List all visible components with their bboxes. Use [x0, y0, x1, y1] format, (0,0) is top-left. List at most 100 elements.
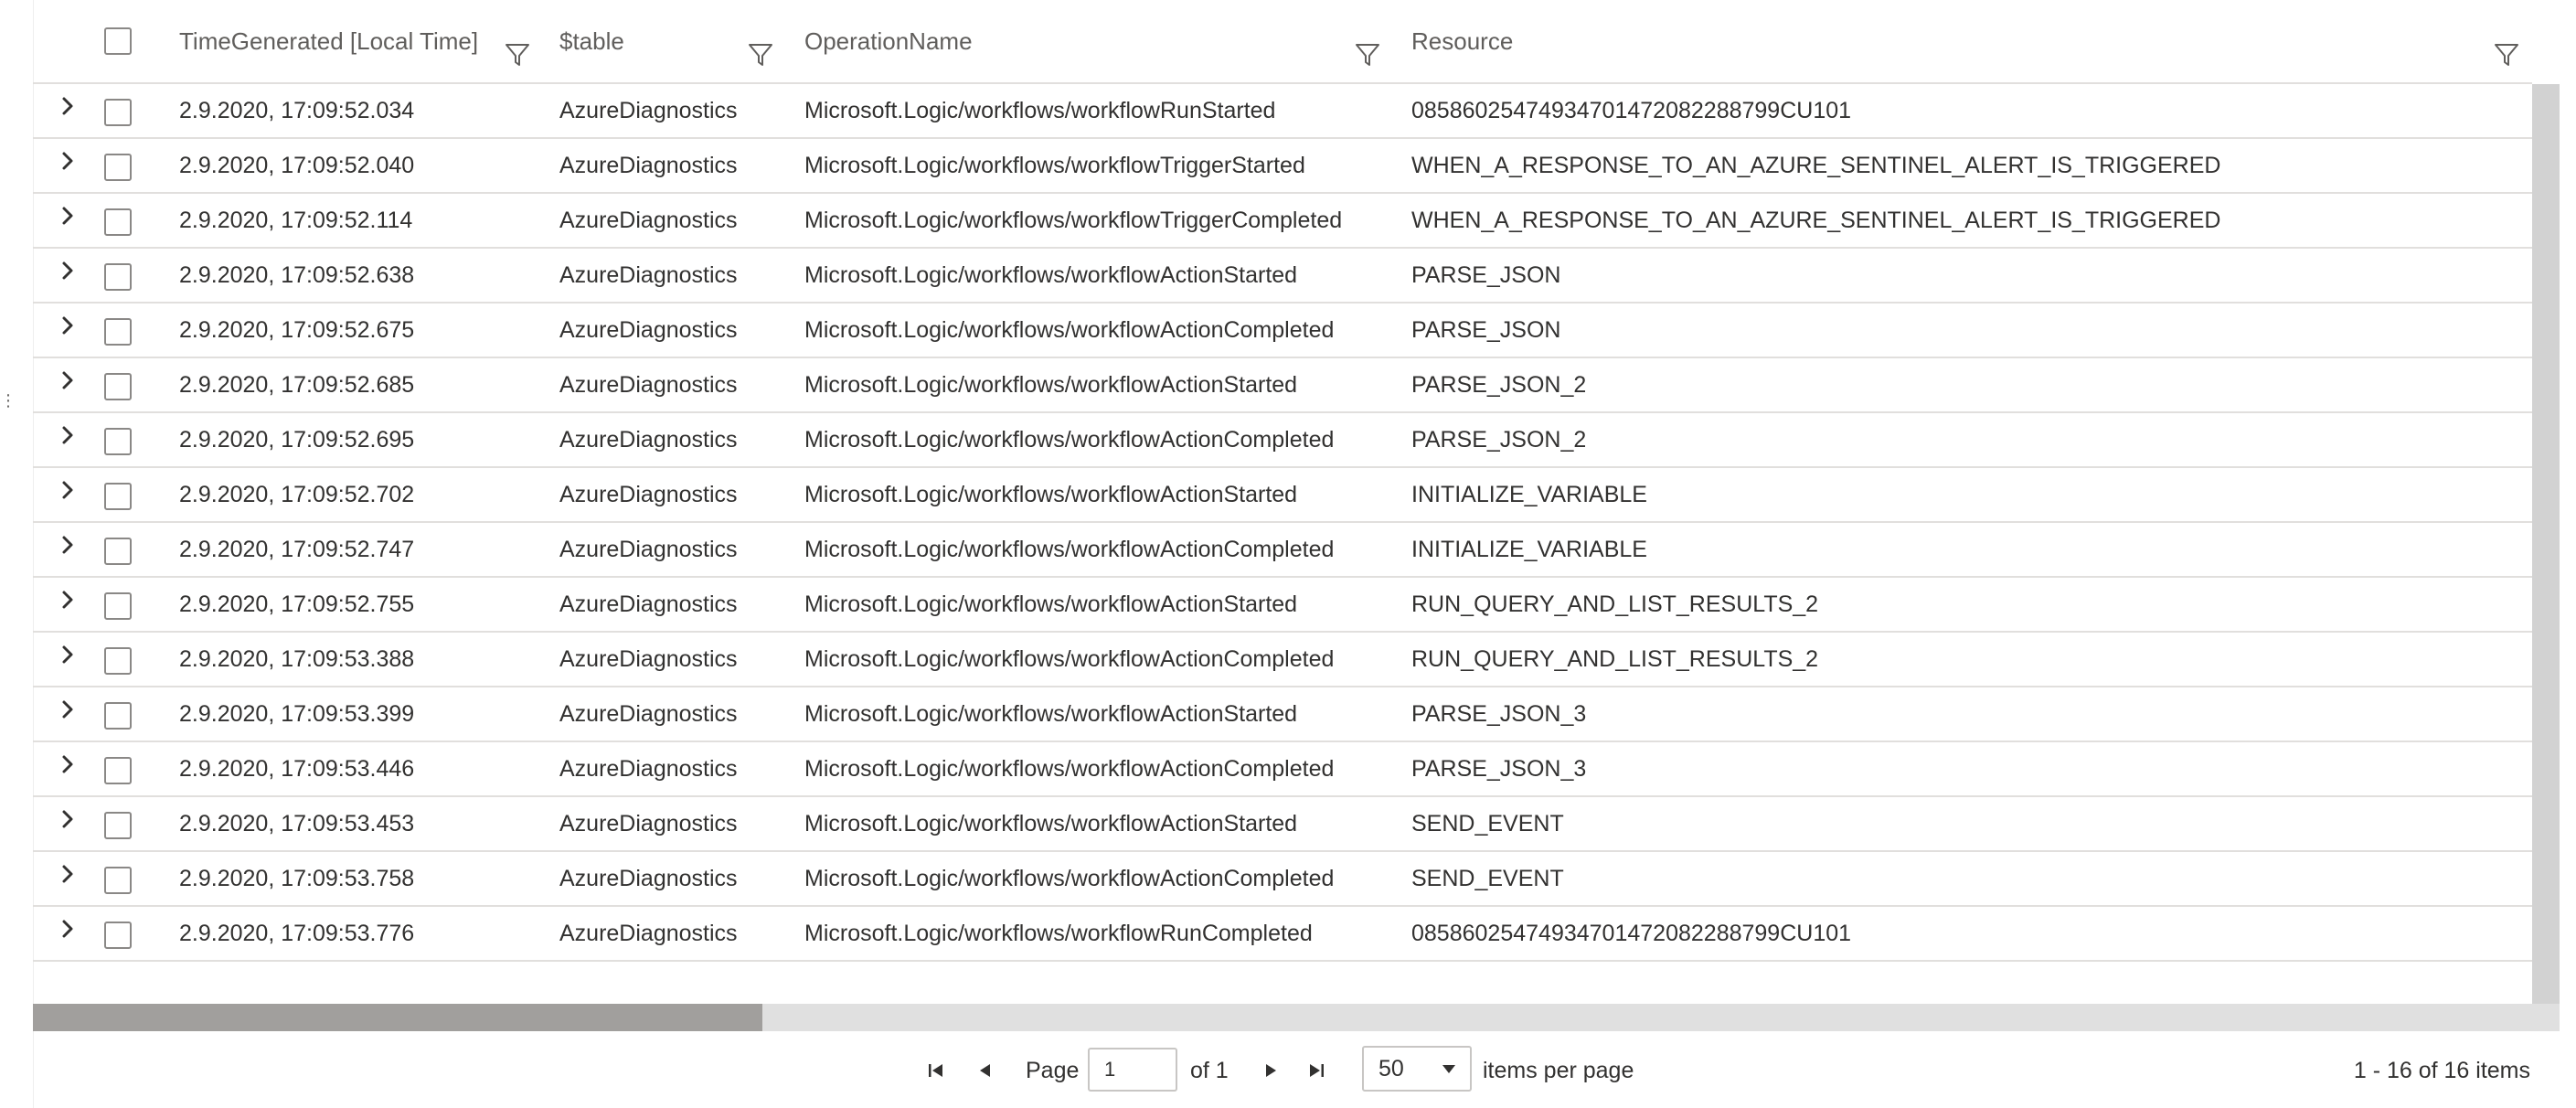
page-size-dropdown[interactable]: 50	[1362, 1046, 1472, 1092]
row-checkbox[interactable]	[104, 208, 132, 236]
cell-operationname: Microsoft.Logic/workflows/workflowAction…	[804, 426, 1335, 453]
row-expander[interactable]	[55, 523, 80, 576]
cell-timegenerated: 2.9.2020, 17:09:52.702	[179, 481, 415, 507]
table-row[interactable]: 2.9.2020, 17:09:52.685 AzureDiagnostics Mi…	[33, 358, 2532, 413]
table-row[interactable]: 2.9.2020, 17:09:53.399 AzureDiagnostics Mi…	[33, 687, 2532, 742]
previous-page-button[interactable]	[971, 1033, 1000, 1108]
cell-resource: 08586025474934701472082288799CU101	[1411, 920, 1852, 946]
filter-icon[interactable]	[1353, 40, 1382, 69]
cell-resource: INITIALIZE_VARIABLE	[1411, 536, 1647, 562]
row-select-cell	[104, 578, 135, 631]
last-page-icon	[1310, 1064, 1324, 1077]
row-checkbox[interactable]	[104, 922, 132, 949]
cell-table: AzureDiagnostics	[559, 645, 738, 672]
row-expander[interactable]	[55, 852, 80, 905]
panel-grip-icon[interactable]: ⋮	[0, 392, 16, 417]
row-checkbox[interactable]	[104, 592, 132, 620]
cell-timegenerated: 2.9.2020, 17:09:53.388	[179, 645, 415, 672]
table-row[interactable]: 2.9.2020, 17:09:52.114 AzureDiagnostics Mi…	[33, 194, 2532, 249]
cell-resource: SEND_EVENT	[1411, 810, 1564, 836]
row-expander[interactable]	[55, 797, 80, 850]
cell-timegenerated: 2.9.2020, 17:09:53.399	[179, 700, 415, 727]
table-row[interactable]: 2.9.2020, 17:09:53.776 AzureDiagnostics Mi…	[33, 907, 2532, 962]
chevron-right-icon	[62, 481, 73, 499]
row-checkbox[interactable]	[104, 263, 132, 291]
table-row[interactable]: 2.9.2020, 17:09:52.040 AzureDiagnostics Mi…	[33, 139, 2532, 194]
cell-operationname: Microsoft.Logic/workflows/workflowAction…	[804, 371, 1298, 398]
table-row[interactable]: 2.9.2020, 17:09:52.755 AzureDiagnostics Mi…	[33, 578, 2532, 633]
column-header-timegenerated[interactable]: TimeGenerated [Local Time]	[179, 0, 478, 82]
row-select-cell	[104, 523, 135, 576]
row-checkbox[interactable]	[104, 538, 132, 565]
cell-resource: RUN_QUERY_AND_LIST_RESULTS_2	[1411, 591, 1819, 617]
row-expander[interactable]	[55, 742, 80, 795]
chevron-right-icon	[62, 261, 73, 280]
next-page-button[interactable]	[1256, 1033, 1285, 1108]
filter-icon[interactable]	[503, 40, 532, 69]
cell-operationname: Microsoft.Logic/workflows/workflowAction…	[804, 481, 1298, 507]
column-header-resource[interactable]: Resource	[1411, 0, 1513, 82]
table-row[interactable]: 2.9.2020, 17:09:52.747 AzureDiagnostics Mi…	[33, 523, 2532, 578]
first-page-icon	[929, 1064, 942, 1077]
table-row[interactable]: 2.9.2020, 17:09:53.446 AzureDiagnostics Mi…	[33, 742, 2532, 797]
filter-icon[interactable]	[746, 40, 775, 69]
row-expander[interactable]	[55, 139, 80, 192]
chevron-down-icon	[1442, 1065, 1455, 1073]
row-expander[interactable]	[55, 194, 80, 247]
row-expander[interactable]	[55, 907, 80, 960]
table-row[interactable]: 2.9.2020, 17:09:53.758 AzureDiagnostics Mi…	[33, 852, 2532, 907]
row-select-cell	[104, 413, 135, 466]
row-select-cell	[104, 742, 135, 795]
row-checkbox[interactable]	[104, 647, 132, 675]
vertical-scrollbar[interactable]	[2532, 84, 2560, 1031]
row-select-cell	[104, 468, 135, 521]
row-checkbox[interactable]	[104, 373, 132, 400]
cell-operationname: Microsoft.Logic/workflows/workflowAction…	[804, 316, 1335, 343]
chevron-right-icon	[62, 152, 73, 170]
cell-resource: SEND_EVENT	[1411, 865, 1564, 891]
row-checkbox[interactable]	[104, 757, 132, 784]
column-header-table[interactable]: $table	[559, 0, 624, 82]
first-page-button[interactable]	[921, 1033, 951, 1108]
table-row[interactable]: 2.9.2020, 17:09:52.034 AzureDiagnostics Mi…	[33, 84, 2532, 139]
row-checkbox[interactable]	[104, 812, 132, 839]
page-number-input[interactable]	[1088, 1048, 1177, 1092]
cell-table: AzureDiagnostics	[559, 207, 738, 233]
row-checkbox[interactable]	[104, 318, 132, 346]
column-header-operationname[interactable]: OperationName	[804, 0, 973, 82]
select-all-checkbox[interactable]	[104, 27, 132, 55]
table-row[interactable]: 2.9.2020, 17:09:53.388 AzureDiagnostics Mi…	[33, 633, 2532, 687]
row-checkbox[interactable]	[104, 483, 132, 510]
row-expander[interactable]	[55, 84, 80, 137]
cell-table: AzureDiagnostics	[559, 481, 738, 507]
cell-table: AzureDiagnostics	[559, 152, 738, 178]
table-row[interactable]: 2.9.2020, 17:09:52.675 AzureDiagnostics Mi…	[33, 304, 2532, 358]
items-count-label: 1 - 16 of 16 items	[2353, 1057, 2530, 1083]
table-row[interactable]: 2.9.2020, 17:09:52.638 AzureDiagnostics Mi…	[33, 249, 2532, 304]
row-expander[interactable]	[55, 413, 80, 466]
row-checkbox[interactable]	[104, 99, 132, 126]
row-checkbox[interactable]	[104, 154, 132, 181]
horizontal-scrollbar-thumb[interactable]	[33, 1004, 762, 1031]
row-checkbox[interactable]	[104, 702, 132, 730]
row-expander[interactable]	[55, 578, 80, 631]
last-page-button[interactable]	[1302, 1033, 1331, 1108]
table-row[interactable]: 2.9.2020, 17:09:53.453 AzureDiagnostics Mi…	[33, 797, 2532, 852]
row-checkbox[interactable]	[104, 428, 132, 455]
row-checkbox[interactable]	[104, 867, 132, 894]
chevron-right-icon	[62, 591, 73, 609]
cell-resource: PARSE_JSON_3	[1411, 755, 1587, 782]
row-expander[interactable]	[55, 687, 80, 740]
next-page-icon	[1266, 1064, 1276, 1077]
cell-table: AzureDiagnostics	[559, 97, 738, 123]
row-expander[interactable]	[55, 304, 80, 357]
row-expander[interactable]	[55, 468, 80, 521]
row-expander[interactable]	[55, 633, 80, 686]
row-expander[interactable]	[55, 358, 80, 411]
table-row[interactable]: 2.9.2020, 17:09:52.702 AzureDiagnostics Mi…	[33, 468, 2532, 523]
table-row[interactable]: 2.9.2020, 17:09:52.695 AzureDiagnostics Mi…	[33, 413, 2532, 468]
row-expander[interactable]	[55, 249, 80, 302]
filter-icon[interactable]	[2492, 40, 2521, 69]
cell-operationname: Microsoft.Logic/workflows/workflowAction…	[804, 865, 1335, 891]
cell-operationname: Microsoft.Logic/workflows/workflowTrigge…	[804, 207, 1343, 233]
